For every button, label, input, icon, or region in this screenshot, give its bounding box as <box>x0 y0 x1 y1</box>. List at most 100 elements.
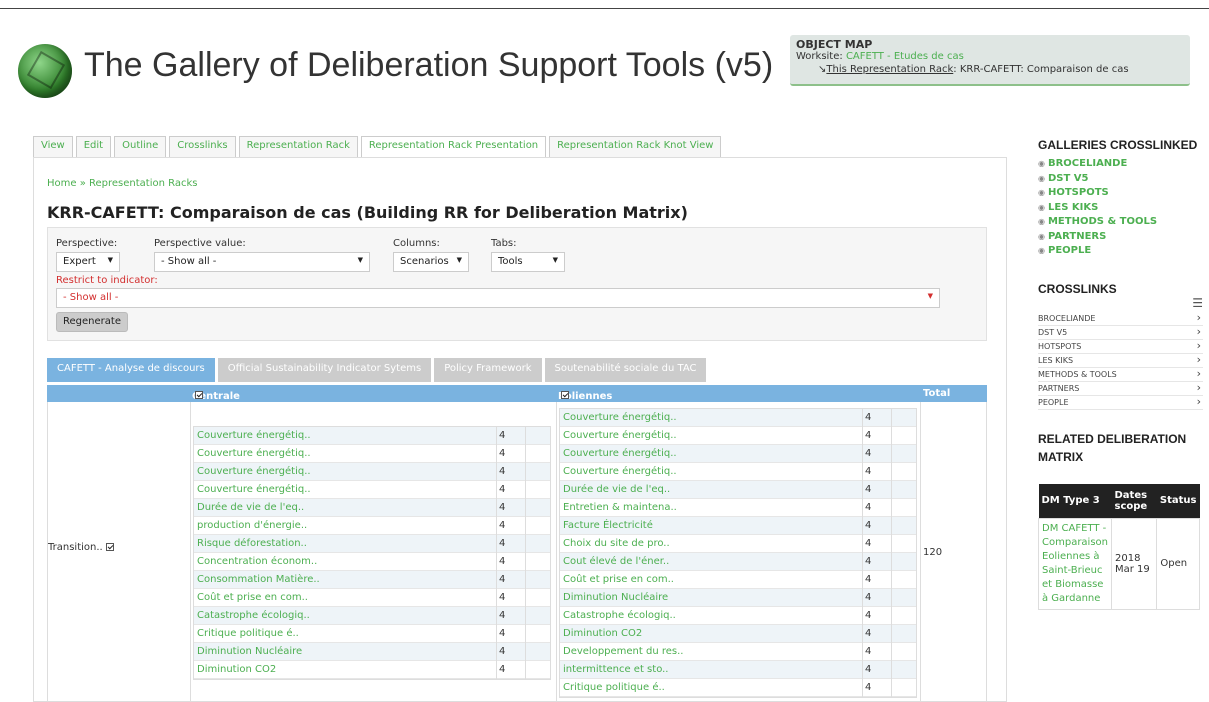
indicator-link[interactable]: Developpement du res.. <box>563 646 683 657</box>
gallery-label: METHODS & TOOLS <box>1047 216 1158 227</box>
indicator-link[interactable]: Couverture énergétiq.. <box>563 430 677 441</box>
indicator-link[interactable]: Durée de vie de l'eq.. <box>197 502 304 513</box>
indicator-link[interactable]: Couverture énergétiq.. <box>197 484 311 495</box>
indicator-link[interactable]: Catastrophe écologiq.. <box>197 610 310 621</box>
gallery-label: HOTSPOTS <box>1047 187 1109 198</box>
breadcrumb[interactable]: Home » Representation Racks <box>47 178 198 189</box>
gallery-item[interactable]: ◉ LES KIKS <box>1038 201 1203 216</box>
indicator-link[interactable]: Couverture énergétiq.. <box>563 412 677 423</box>
perspective-select[interactable]: Expert ▼ <box>56 252 120 272</box>
indicator-row: Cout élevé de l'éner.. 4 <box>560 553 916 571</box>
crosslink-item[interactable]: BROCELIANDE › <box>1038 311 1203 326</box>
chevron-right-icon: › <box>1196 352 1201 366</box>
crosslink-item[interactable]: PEOPLE › <box>1038 395 1203 410</box>
gallery-item[interactable]: ◉ BROCELIANDE <box>1038 157 1203 172</box>
indicator-value: 4 <box>499 430 506 441</box>
crosslink-item[interactable]: LES KIKS › <box>1038 352 1203 368</box>
tab-representation-rack-presentation[interactable]: Representation Rack Presentation <box>360 136 547 159</box>
gallery-label: LES KIKS <box>1047 201 1099 213</box>
indicator-link[interactable]: Diminution CO2 <box>197 664 276 675</box>
ptab-cafett[interactable]: CAFETT - Analyse de discours <box>47 358 215 382</box>
perspective-value-value: - Show all - <box>161 256 217 267</box>
indicator-value: 4 <box>865 592 872 603</box>
object-map-title: OBJECT MAP <box>796 38 873 51</box>
indicator-row: Diminution Nucléaire 4 <box>560 589 916 607</box>
indicator-link[interactable]: Couverture énergétiq.. <box>563 466 677 477</box>
list-icon[interactable]: ☰ <box>1038 296 1203 312</box>
bullet-icon: ◉ <box>1038 231 1045 241</box>
tab-view[interactable]: View <box>33 136 73 157</box>
indicator-link[interactable]: Diminution Nucléaire <box>197 646 302 657</box>
crosslink-item[interactable]: METHODS & TOOLS › <box>1038 366 1203 382</box>
ptab-official[interactable]: Official Sustainability Indicator Sytems <box>217 358 432 382</box>
indicator-value: 4 <box>865 574 872 585</box>
columns-select[interactable]: Scenarios ▼ <box>393 252 469 272</box>
indicator-value: 4 <box>865 520 872 531</box>
restrict-label: Restrict to indicator: <box>56 275 158 286</box>
indicator-value: 4 <box>499 574 506 585</box>
dm-status: Open <box>1156 517 1200 610</box>
checkbox-icon[interactable] <box>195 391 203 399</box>
gallery-item[interactable]: ◉ METHODS & TOOLS <box>1038 215 1203 230</box>
indicator-link[interactable]: Entretien & maintena.. <box>563 502 677 513</box>
indicator-row: Critique politique é.. 4 <box>560 679 916 697</box>
indicator-link[interactable]: Durée de vie de l'eq.. <box>563 484 670 495</box>
indicator-link[interactable]: intermittence et sto.. <box>563 664 669 675</box>
perspective-value-select[interactable]: - Show all - ▼ <box>154 252 370 272</box>
indicator-link[interactable]: Catastrophe écologiq.. <box>563 610 676 621</box>
indicator-link[interactable]: Choix du site de pro.. <box>563 538 670 549</box>
gallery-item[interactable]: ◉ PARTNERS <box>1038 230 1203 245</box>
indicator-value: 4 <box>499 664 506 675</box>
indicator-value: 4 <box>865 646 872 657</box>
indicator-link[interactable]: Critique politique é.. <box>563 682 665 693</box>
indicator-row: Developpement du res.. 4 <box>560 643 916 661</box>
indicator-link[interactable]: Cout élevé de l'éner.. <box>563 556 669 567</box>
total-value: 120 <box>923 547 943 558</box>
gallery-item[interactable]: ◉ HOTSPOTS <box>1038 186 1203 201</box>
indicator-link[interactable]: Couverture énergétiq.. <box>197 466 311 477</box>
regenerate-button[interactable]: Regenerate <box>56 312 128 332</box>
crosslink-item[interactable]: HOTSPOTS › <box>1038 339 1203 354</box>
indicator-link[interactable]: Couverture énergétiq.. <box>197 448 311 459</box>
restrict-select[interactable]: - Show all - ▼ <box>56 288 940 308</box>
worksite-link[interactable]: CAFETT - Etudes de cas <box>846 51 964 62</box>
chevron-right-icon: › <box>1196 324 1201 338</box>
ptab-policy[interactable]: Policy Framework <box>434 358 542 382</box>
perspective-value: Expert <box>63 256 96 267</box>
checkbox-icon[interactable] <box>105 543 114 551</box>
indicator-link[interactable]: Coût et prise en com.. <box>563 574 674 585</box>
tabs-label: Tabs: <box>491 238 517 249</box>
tab-crosslinks[interactable]: Crosslinks <box>169 136 236 157</box>
indicator-link[interactable]: Risque déforestation.. <box>197 538 307 549</box>
indicator-link[interactable]: Diminution CO2 <box>563 628 642 639</box>
indicator-link[interactable]: Couverture énergétiq.. <box>197 430 311 441</box>
dm-name-link[interactable]: DM CAFETT - Comparaison Eoliennes à Sain… <box>1038 517 1112 610</box>
checkbox-icon[interactable] <box>561 391 569 399</box>
crosslink-label: LES KIKS <box>1038 355 1074 365</box>
indicator-row: Choix du site de pro.. 4 <box>560 535 916 553</box>
crosslink-item[interactable]: PARTNERS › <box>1038 381 1203 396</box>
indicator-row: Durée de vie de l'eq.. 4 <box>194 499 550 517</box>
indicator-link[interactable]: Facture Électricité <box>563 520 653 531</box>
tab-representation-rack-knot-view[interactable]: Representation Rack Knot View <box>549 136 722 157</box>
indicator-link[interactable]: Coût et prise en com.. <box>197 592 308 603</box>
tabs-select[interactable]: Tools ▼ <box>491 252 565 272</box>
tab-edit[interactable]: Edit <box>75 136 112 157</box>
indicator-link[interactable]: Diminution Nucléaire <box>563 592 668 603</box>
indicator-link[interactable]: production d'énergie.. <box>197 520 307 531</box>
gallery-item[interactable]: ◉ DST V5 <box>1038 172 1203 187</box>
indicator-row: Diminution Nucléaire 4 <box>194 643 550 661</box>
chevron-right-icon: › <box>1196 366 1201 380</box>
gallery-item[interactable]: ◉ PEOPLE <box>1038 244 1203 259</box>
tab-outline[interactable]: Outline <box>114 136 167 157</box>
page-title: KRR-CAFETT: Comparaison de cas (Building… <box>47 203 688 222</box>
gallery-label: PEOPLE <box>1047 245 1092 256</box>
ptab-soutenabilite[interactable]: Soutenabilité sociale du TAC <box>544 358 707 382</box>
crosslink-item[interactable]: DST V5 › <box>1038 324 1203 340</box>
indicator-link[interactable]: Consommation Matière.. <box>197 574 320 585</box>
indicator-link[interactable]: Concentration économ.. <box>197 556 317 567</box>
indicator-link[interactable]: Critique politique é.. <box>197 628 299 639</box>
indicator-link[interactable]: Couverture énergétiq.. <box>563 448 677 459</box>
rack-link[interactable]: This Representation Rack <box>826 64 953 75</box>
tab-representation-rack[interactable]: Representation Rack <box>238 136 358 157</box>
